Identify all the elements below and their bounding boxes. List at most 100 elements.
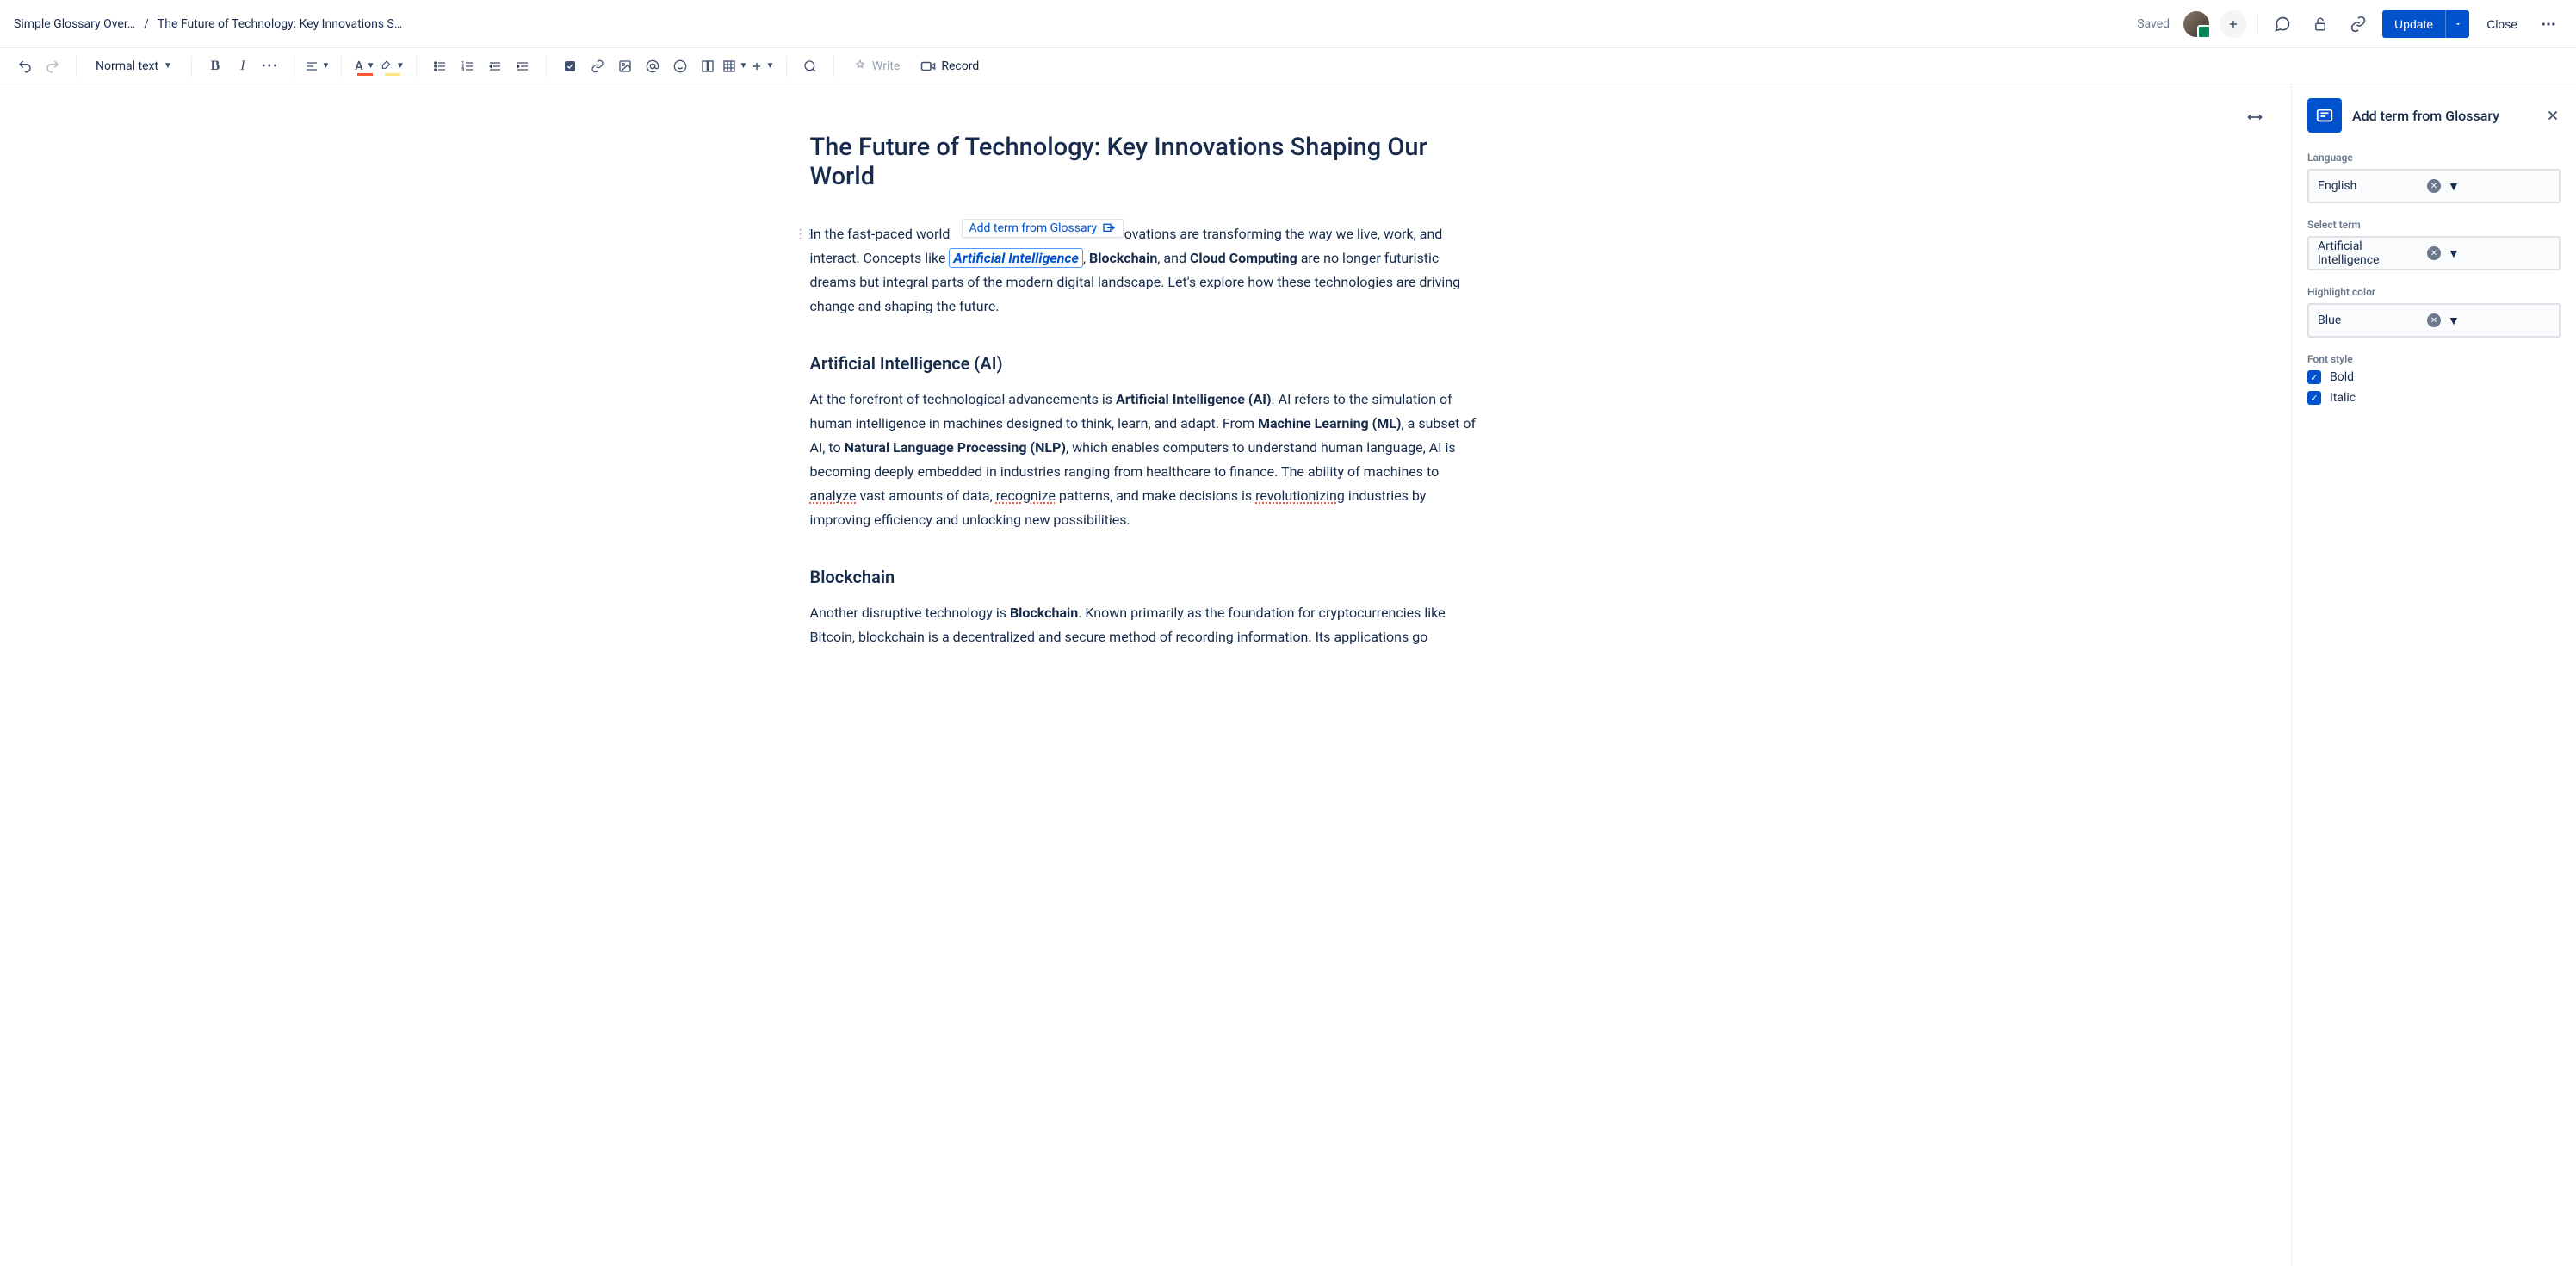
mention-button[interactable]: [640, 53, 666, 79]
text-run: patterns, and make decisions is: [1056, 487, 1255, 504]
glossary-floating-tag[interactable]: Add term from Glossary: [962, 219, 1124, 238]
text-run: Another disruptive technology is: [810, 605, 1010, 621]
clear-icon[interactable]: ✕: [2427, 179, 2441, 193]
drag-handle-icon[interactable]: ⋮⋮: [795, 227, 814, 241]
breadcrumb-current[interactable]: The Future of Technology: Key Innovation…: [158, 17, 402, 31]
update-button[interactable]: Update: [2382, 10, 2445, 38]
glossary-side-panel: Add term from Glossary Language English …: [2292, 84, 2576, 1266]
breadcrumb-parent[interactable]: Simple Glossary Over…: [14, 17, 135, 31]
text-style-select[interactable]: Normal text ▼: [87, 53, 181, 79]
update-button-group: Update: [2382, 10, 2469, 38]
text-run: In the fast-paced world: [810, 226, 951, 242]
panel-title: Add term from Glossary: [2352, 108, 2535, 124]
chevron-down-icon: ▼: [164, 61, 172, 71]
text-run: ,: [1083, 250, 1089, 266]
breadcrumb-sep: /: [144, 17, 149, 31]
main-area: The Future of Technology: Key Innovation…: [0, 84, 2576, 1266]
insert-link-button[interactable]: [585, 53, 610, 79]
bold-text: Artificial Intelligence (AI): [1116, 391, 1272, 407]
heading-blockchain[interactable]: Blockchain: [810, 567, 1482, 587]
lock-icon[interactable]: [2307, 10, 2334, 38]
editor-toolbar: Normal text ▼ B I ••• ▼ A ▼ ▼ 123: [0, 48, 2576, 84]
text-run: , and: [1157, 250, 1190, 266]
heading-ai[interactable]: Artificial Intelligence (AI): [810, 353, 1482, 374]
clear-icon[interactable]: ✕: [2427, 246, 2441, 260]
record-label: Record: [941, 59, 979, 73]
text-color-button[interactable]: A ▼: [352, 53, 378, 79]
language-value: English: [2318, 179, 2420, 193]
chevron-down-icon[interactable]: ▼: [2448, 313, 2550, 328]
numbered-list-button[interactable]: 123: [455, 53, 480, 79]
italic-button[interactable]: I: [230, 53, 256, 79]
chevron-down-icon[interactable]: ▼: [2448, 246, 2550, 261]
text-run: vast amounts of data,: [857, 487, 996, 504]
page-title[interactable]: The Future of Technology: Key Innovation…: [810, 133, 1482, 191]
more-formatting-button[interactable]: •••: [257, 53, 283, 79]
indent-button[interactable]: [510, 53, 536, 79]
divider: [2257, 14, 2258, 34]
glossary-term-chip[interactable]: Artificial Intelligence: [949, 248, 1082, 268]
editor-pane[interactable]: The Future of Technology: Key Innovation…: [0, 84, 2292, 1266]
floating-tag-label: Add term from Glossary: [969, 221, 1098, 235]
text-run: At the forefront of technological advanc…: [810, 391, 1116, 407]
svg-text:3: 3: [461, 67, 464, 72]
align-button[interactable]: ▼: [305, 53, 331, 79]
close-icon[interactable]: [2545, 108, 2561, 123]
action-item-button[interactable]: [557, 53, 583, 79]
find-button[interactable]: [797, 53, 823, 79]
update-dropdown[interactable]: [2445, 10, 2469, 38]
top-right-controls: Saved Update Close: [2137, 10, 2562, 38]
emoji-button[interactable]: [667, 53, 693, 79]
layout-button[interactable]: [695, 53, 721, 79]
bold-text: Cloud Computing: [1190, 250, 1297, 266]
save-status: Saved: [2137, 17, 2170, 31]
clear-icon[interactable]: ✕: [2427, 313, 2441, 327]
panel-icon: [2307, 98, 2342, 133]
write-button[interactable]: Write: [845, 53, 908, 79]
spellcheck-word[interactable]: recognize: [996, 487, 1056, 504]
breadcrumb: Simple Glossary Over… / The Future of Te…: [14, 17, 2137, 31]
spellcheck-word[interactable]: revolutionizing: [1255, 487, 1345, 504]
font-style-label: Font style: [2307, 353, 2561, 365]
paragraph[interactable]: In the fast-paced world ovations are tra…: [810, 222, 1482, 319]
text-style-label: Normal text: [96, 59, 158, 73]
close-button[interactable]: Close: [2480, 10, 2524, 38]
bold-checkbox[interactable]: ✓: [2307, 370, 2321, 384]
invite-button[interactable]: [2220, 10, 2247, 38]
italic-checkbox[interactable]: ✓: [2307, 391, 2321, 405]
paragraph[interactable]: At the forefront of technological advanc…: [810, 388, 1482, 532]
highlight-color-value: Blue: [2318, 313, 2420, 327]
paragraph[interactable]: Another disruptive technology is Blockch…: [810, 601, 1482, 649]
highlight-color-label: Highlight color: [2307, 286, 2561, 298]
bold-button[interactable]: B: [202, 53, 228, 79]
record-button[interactable]: Record: [912, 53, 988, 79]
term-value: Artificial Intelligence: [2318, 239, 2420, 267]
outdent-button[interactable]: [482, 53, 508, 79]
table-button[interactable]: ▼: [722, 53, 748, 79]
top-bar: Simple Glossary Over… / The Future of Te…: [0, 0, 2576, 48]
italic-checkbox-label: Italic: [2330, 391, 2356, 405]
highlight-color-select[interactable]: Blue ✕ ▼: [2307, 303, 2561, 338]
avatar[interactable]: [2183, 11, 2209, 37]
spellcheck-word[interactable]: analyze: [810, 487, 857, 504]
bullet-list-button[interactable]: [427, 53, 453, 79]
term-label: Select term: [2307, 219, 2561, 231]
bold-checkbox-label: Bold: [2330, 370, 2354, 384]
bold-text: Blockchain: [1010, 605, 1078, 621]
chevron-down-icon[interactable]: ▼: [2448, 179, 2550, 194]
highlight-color-button[interactable]: ▼: [380, 53, 406, 79]
redo-button[interactable]: [40, 53, 65, 79]
term-select[interactable]: Artificial Intelligence ✕ ▼: [2307, 236, 2561, 270]
insert-image-button[interactable]: [612, 53, 638, 79]
undo-button[interactable]: [12, 53, 38, 79]
bold-text: Machine Learning (ML): [1258, 415, 1402, 431]
bold-text: Natural Language Processing (NLP): [845, 439, 1066, 456]
more-icon[interactable]: [2535, 10, 2562, 38]
insert-more-button[interactable]: ▼: [750, 53, 776, 79]
write-label: Write: [872, 59, 900, 73]
language-label: Language: [2307, 152, 2561, 164]
link-icon[interactable]: [2344, 10, 2372, 38]
width-handle-icon[interactable]: [2246, 112, 2263, 122]
language-select[interactable]: English ✕ ▼: [2307, 169, 2561, 203]
comment-icon[interactable]: [2269, 10, 2296, 38]
